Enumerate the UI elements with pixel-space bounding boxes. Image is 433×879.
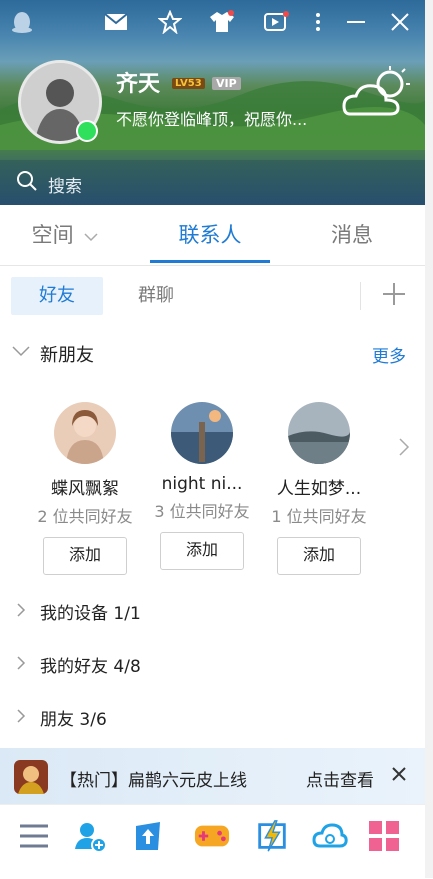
- friend-avatar[interactable]: [288, 402, 350, 464]
- new-friends-title[interactable]: 新朋友: [40, 341, 94, 367]
- banner-text[interactable]: 【热门】扁鹊六元皮上线: [60, 766, 247, 791]
- add-friend-button[interactable]: 添加: [43, 537, 127, 575]
- group-row-my-friends[interactable]: 我的好友 4/8: [0, 643, 425, 683]
- level-badge[interactable]: LV53: [172, 78, 205, 89]
- qzone-star-icon[interactable]: [156, 8, 184, 36]
- nickname[interactable]: 齐天: [116, 66, 160, 98]
- video-play-icon[interactable]: [262, 8, 290, 36]
- add-friend-button[interactable]: 添加: [277, 537, 361, 575]
- more-link[interactable]: 更多: [372, 342, 406, 367]
- group-label: 朋友 3/6: [40, 710, 107, 730]
- search-icon: [17, 171, 37, 191]
- friend-avatar[interactable]: [171, 402, 233, 464]
- banner-view-link[interactable]: 点击查看: [306, 766, 374, 791]
- tab-label: 空间: [31, 223, 74, 247]
- mutual-friends-count: 3 位共同好友: [154, 502, 250, 521]
- group-row-friends[interactable]: 朋友 3/6: [0, 696, 425, 736]
- mutual-friends-count: 2 位共同好友: [37, 507, 133, 526]
- friend-avatar[interactable]: [54, 402, 116, 464]
- add-friend-button[interactable]: 添加: [160, 532, 244, 570]
- mail-icon[interactable]: [102, 8, 130, 36]
- close-icon[interactable]: [392, 767, 406, 781]
- search-input[interactable]: 搜索: [48, 172, 82, 197]
- add-friend-icon[interactable]: [72, 818, 108, 854]
- menu-icon[interactable]: [16, 818, 52, 854]
- game-center-icon[interactable]: [194, 818, 230, 854]
- dress-up-shirt-icon[interactable]: [208, 8, 236, 36]
- chevron-right-icon[interactable]: [398, 437, 410, 457]
- group-row-my-devices[interactable]: 我的设备 1/1: [0, 590, 425, 630]
- qq-main-panel: 齐天 LV53 VIP 不愿你登临峰顶，祝愿你... 搜索 空间 联系人 消息 …: [0, 0, 426, 879]
- chevron-right-icon: [17, 603, 26, 617]
- background-window-edge: [425, 0, 433, 878]
- friend-name[interactable]: night ni...: [147, 474, 257, 494]
- friend-suggestion-card: 蝶风飘絮 2 位共同好友 添加: [30, 402, 140, 575]
- active-tab-indicator: [150, 260, 270, 263]
- minimize-icon[interactable]: [342, 8, 370, 36]
- kandian-icon[interactable]: [254, 818, 290, 854]
- subtab-groups[interactable]: 群聊: [120, 277, 192, 315]
- online-status-dot[interactable]: [76, 120, 98, 142]
- tab-space[interactable]: 空间: [20, 205, 110, 265]
- close-icon[interactable]: [386, 8, 414, 36]
- subtab-friends[interactable]: 好友: [11, 277, 103, 315]
- friend-suggestion-card: 人生如梦... 1 位共同好友 添加: [264, 402, 374, 575]
- profile-header: 齐天 LV53 VIP 不愿你登临峰顶，祝愿你... 搜索: [0, 0, 425, 205]
- qq-penguin-icon[interactable]: [8, 8, 36, 36]
- friend-name[interactable]: 蝶风飘絮: [30, 474, 140, 499]
- weiyun-cloud-icon[interactable]: [312, 818, 348, 854]
- divider: [360, 282, 361, 310]
- chevron-down-icon: [84, 233, 98, 242]
- file-transfer-icon[interactable]: [130, 818, 166, 854]
- chevron-right-icon: [17, 709, 26, 723]
- title-bar: [0, 0, 425, 44]
- chevron-down-icon[interactable]: [12, 345, 30, 357]
- add-icon[interactable]: [382, 282, 406, 306]
- group-label: 我的好友 4/8: [40, 657, 141, 677]
- tab-contacts[interactable]: 联系人: [150, 205, 270, 265]
- mutual-friends-count: 1 位共同好友: [271, 507, 367, 526]
- chevron-right-icon: [17, 656, 26, 670]
- friend-suggestion-card: night ni... 3 位共同好友 添加: [147, 402, 257, 570]
- vip-badge[interactable]: VIP: [212, 77, 241, 90]
- friend-name[interactable]: 人生如梦...: [264, 474, 374, 499]
- game-icon[interactable]: [14, 760, 48, 794]
- group-label: 我的设备 1/1: [40, 604, 141, 624]
- main-tabs: 空间 联系人 消息: [0, 205, 425, 266]
- more-options-icon[interactable]: [304, 8, 332, 36]
- signature[interactable]: 不愿你登临峰顶，祝愿你...: [116, 106, 307, 130]
- weather-cloud-sun-icon[interactable]: [340, 62, 412, 122]
- tab-messages[interactable]: 消息: [312, 205, 392, 265]
- apps-grid-icon[interactable]: [366, 818, 402, 854]
